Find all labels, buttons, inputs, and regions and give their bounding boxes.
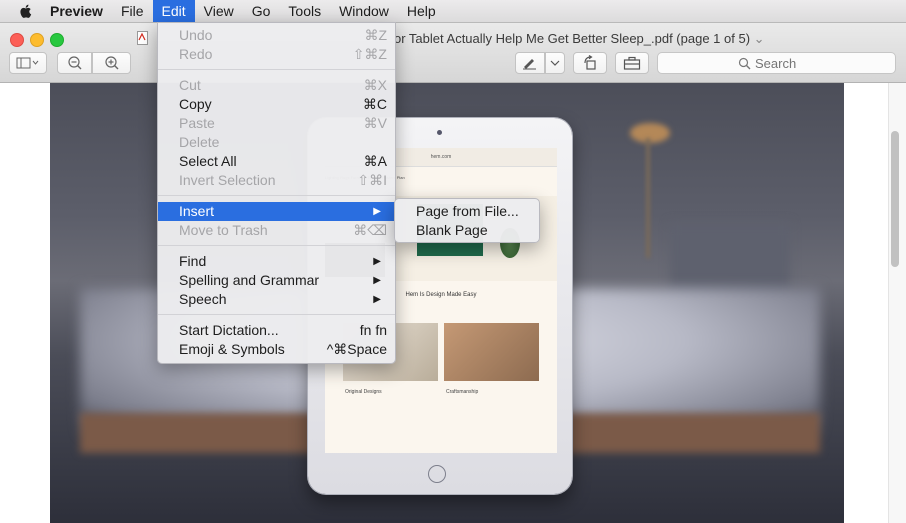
menu-item-label: Invert Selection (179, 172, 276, 188)
menu-item-label: Blank Page (416, 222, 488, 238)
menu-tools[interactable]: Tools (279, 0, 330, 22)
menu-edit[interactable]: Edit (152, 0, 195, 22)
insert-submenu: Page from File... Blank Page (394, 198, 540, 243)
menu-help[interactable]: Help (398, 0, 445, 22)
menu-item-spelling-and-grammar[interactable]: Spelling and Grammar ▶ (158, 271, 395, 290)
scrollbar-thumb[interactable] (891, 131, 899, 267)
pdf-document-icon[interactable] (137, 31, 148, 45)
toolbox-button[interactable] (615, 52, 649, 74)
markup-highlight-button[interactable] (515, 52, 545, 74)
menu-item-shortcut: ⌘Z (364, 27, 387, 43)
menu-separator (158, 314, 395, 315)
lamp-shade (630, 123, 670, 143)
sidebar-icon (16, 57, 39, 69)
menu-item-copy[interactable]: Copy ⌘C (158, 95, 395, 114)
menu-item-label: Paste (179, 115, 215, 131)
menu-item-label: Copy (179, 96, 212, 112)
menu-item-delete[interactable]: Delete (158, 133, 395, 152)
menu-bar: Preview File Edit View Go Tools Window H… (0, 0, 906, 23)
search-field[interactable] (657, 52, 896, 74)
home-button-icon (428, 465, 446, 483)
rotate-button[interactable] (573, 52, 607, 74)
menu-item-label: Cut (179, 77, 201, 93)
pen-icon (523, 59, 536, 70)
menu-item-label: Undo (179, 27, 213, 43)
document-view[interactable]: hem.com Lighting Rugs Furniture Textiles… (0, 83, 906, 523)
menu-item-redo[interactable]: Redo ⇧⌘Z (158, 45, 395, 64)
menu-view[interactable]: View (195, 0, 243, 22)
preview-window: or Tablet Actually Help Me Get Better Sl… (0, 22, 906, 523)
menu-item-label: Spelling and Grammar (179, 272, 320, 288)
menu-item-shortcut: ⌘A (363, 153, 387, 169)
menu-separator (158, 69, 395, 70)
zoom-out-icon (67, 56, 81, 70)
menu-item-shortcut: ⇧⌘Z (352, 46, 387, 62)
window-title: or Tablet Actually Help Me Get Better Sl… (394, 31, 765, 46)
menu-item-page-from-file[interactable]: Page from File... (395, 202, 539, 221)
menu-item-start-dictation[interactable]: Start Dictation... fn fn (158, 321, 395, 340)
submenu-arrow-icon: ▶ (373, 294, 381, 305)
menu-item-shortcut: ⌘V (363, 115, 387, 131)
menu-item-label: Select All (179, 153, 237, 169)
submenu-arrow-icon: ▶ (373, 275, 381, 286)
rotate-icon (584, 55, 596, 70)
menu-preview[interactable]: Preview (43, 0, 112, 22)
menu-go[interactable]: Go (243, 0, 280, 22)
apple-logo-icon[interactable] (17, 2, 35, 20)
markup-menu-button[interactable] (545, 52, 565, 74)
tablet-caption: Original Designs (345, 389, 382, 395)
close-window-button[interactable] (10, 33, 24, 47)
chevron-down-icon (550, 60, 560, 66)
tablet-image-craftsman (444, 323, 539, 381)
zoom-in-button[interactable] (92, 52, 131, 74)
menu-item-invert-selection[interactable]: Invert Selection ⇧⌘I (158, 171, 395, 190)
menu-item-shortcut: fn fn (359, 322, 387, 338)
zoom-window-button[interactable] (50, 33, 64, 47)
menu-item-label: Move to Trash (179, 222, 268, 238)
menu-item-label: Find (179, 253, 207, 269)
menu-item-label: Speech (179, 291, 227, 307)
sidebar-toggle-button[interactable] (9, 52, 47, 74)
menu-item-insert[interactable]: Insert ▶ (158, 202, 395, 221)
camera-icon (437, 130, 442, 135)
menu-window[interactable]: Window (330, 0, 398, 22)
search-input[interactable] (751, 55, 815, 71)
minimize-window-button[interactable] (30, 33, 44, 47)
menu-item-label: Delete (179, 134, 220, 150)
menu-item-label: Page from File... (416, 203, 519, 219)
menu-item-shortcut: ⌘C (362, 96, 387, 112)
menu-item-shortcut: ⌘X (363, 77, 387, 93)
menu-item-select-all[interactable]: Select All ⌘A (158, 152, 395, 171)
menu-item-speech[interactable]: Speech ▶ (158, 290, 395, 309)
menu-item-shortcut: ⇧⌘I (357, 172, 387, 188)
title-chevron-icon[interactable]: ⌄ (754, 31, 765, 46)
menu-item-shortcut: ^⌘Space (326, 341, 387, 357)
submenu-arrow-icon: ▶ (373, 206, 381, 217)
menu-item-cut[interactable]: Cut ⌘X (158, 76, 395, 95)
edit-menu: Undo ⌘Z Redo ⇧⌘Z Cut ⌘X Copy ⌘C Paste ⌘V… (157, 22, 396, 364)
menu-item-shortcut: ⌘⌫ (353, 222, 387, 238)
search-icon (738, 57, 751, 69)
menu-item-paste[interactable]: Paste ⌘V (158, 114, 395, 133)
zoom-in-icon (104, 56, 118, 70)
title-bar: or Tablet Actually Help Me Get Better Sl… (0, 22, 906, 83)
menu-item-label: Redo (179, 46, 213, 62)
menu-separator (158, 245, 395, 246)
lamp-stand (646, 138, 650, 258)
menu-item-move-to-trash[interactable]: Move to Trash ⌘⌫ (158, 221, 395, 240)
zoom-out-button[interactable] (57, 52, 92, 74)
menu-separator (158, 195, 395, 196)
menu-file[interactable]: File (112, 0, 153, 22)
menu-item-emoji-and-symbols[interactable]: Emoji & Symbols ^⌘Space (158, 340, 395, 359)
submenu-arrow-icon: ▶ (373, 256, 381, 267)
menu-item-label: Emoji & Symbols (179, 341, 285, 357)
tablet-caption: Craftsmanship (446, 389, 479, 395)
menu-item-label: Insert (179, 203, 215, 219)
menu-item-find[interactable]: Find ▶ (158, 252, 395, 271)
menu-item-undo[interactable]: Undo ⌘Z (158, 26, 395, 45)
menu-item-blank-page[interactable]: Blank Page (395, 221, 539, 240)
menu-item-label: Start Dictation... (179, 322, 279, 338)
toolbox-icon (623, 56, 641, 70)
